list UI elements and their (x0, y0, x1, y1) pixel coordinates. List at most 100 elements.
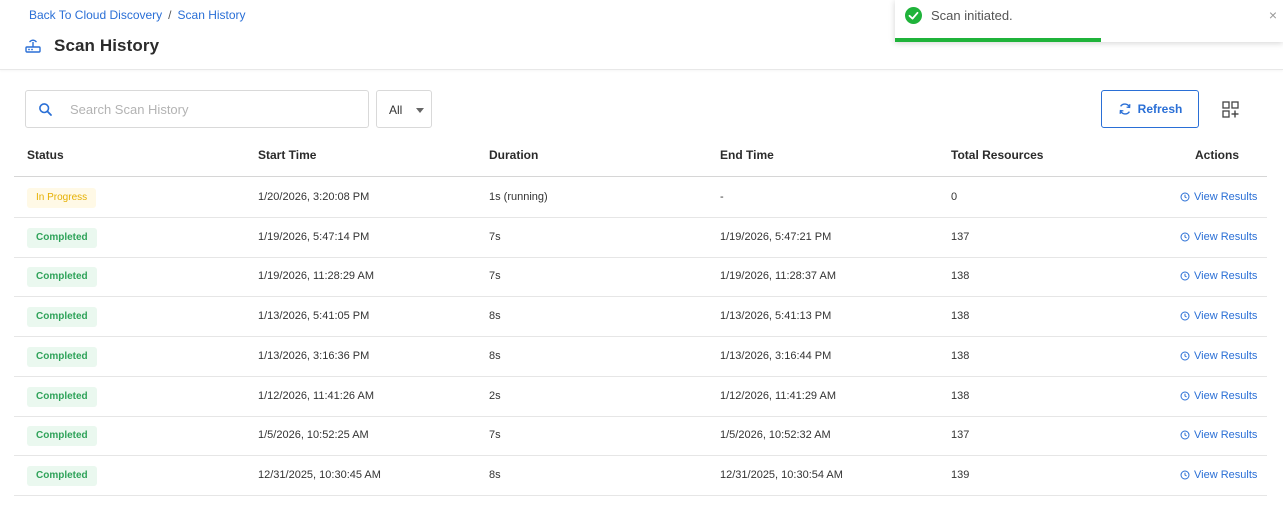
history-icon (1180, 351, 1190, 361)
history-icon (1180, 470, 1190, 480)
search-input[interactable] (68, 97, 358, 121)
status-badge: Completed (27, 228, 97, 248)
search-icon (39, 103, 52, 116)
total-resources-cell: 139 (951, 469, 970, 481)
view-results-link[interactable]: View Results (1180, 231, 1257, 243)
toast-notification: Scan initiated. × (895, 0, 1283, 42)
duration-cell: 7s (489, 429, 501, 441)
status-badge: Completed (27, 307, 97, 327)
close-icon[interactable]: × (1269, 8, 1277, 22)
chevron-down-icon (416, 108, 424, 113)
view-results-label: View Results (1194, 469, 1258, 481)
column-header-end-time[interactable]: End Time (720, 148, 774, 162)
total-resources-cell: 138 (951, 390, 970, 402)
duration-cell: 1s (running) (489, 191, 548, 203)
page-title: Scan History (54, 36, 160, 55)
filter-selected-value: All (389, 103, 403, 117)
start-time-cell: 1/12/2026, 11:41:26 AM (258, 390, 374, 402)
table-row: Completed 1/5/2026, 10:52:25 AM 7s 1/5/2026… (14, 416, 1267, 456)
status-badge: In Progress (27, 188, 97, 208)
table-row: Completed 1/19/2026, 5:47:14 PM 7s 1/19/202… (14, 218, 1267, 258)
total-resources-cell: 138 (951, 350, 970, 362)
duration-cell: 8s (489, 469, 501, 481)
column-header-start-time[interactable]: Start Time (258, 148, 316, 162)
total-resources-cell: 0 (951, 191, 958, 203)
search-box (25, 90, 369, 128)
column-header-status[interactable]: Status (27, 148, 64, 162)
view-results-link[interactable]: View Results (1180, 390, 1257, 402)
status-filter-select[interactable]: All (376, 90, 432, 128)
view-results-link[interactable]: View Results (1180, 350, 1257, 362)
table-row: Completed 1/13/2026, 5:41:05 PM 8s 1/13/202… (14, 297, 1267, 337)
duration-cell: 7s (489, 231, 501, 243)
view-results-link[interactable]: View Results (1180, 191, 1257, 203)
duration-cell: 7s (489, 270, 501, 282)
column-header-actions: Actions (1195, 148, 1240, 162)
view-results-label: View Results (1194, 429, 1258, 441)
table-row: Completed 1/13/2026, 3:16:36 PM 8s 1/13/202… (14, 337, 1267, 377)
breadcrumb: Back To Cloud Discovery / Scan History (29, 8, 246, 22)
view-results-label: View Results (1194, 191, 1258, 203)
duration-cell: 8s (489, 310, 501, 322)
start-time-cell: 1/19/2026, 11:28:29 AM (258, 270, 374, 282)
history-icon (1180, 430, 1190, 440)
start-time-cell: 1/13/2026, 5:41:05 PM (258, 310, 370, 322)
end-time-cell: 1/12/2026, 11:41:29 AM (720, 390, 836, 402)
toast-progress-bar (895, 38, 1101, 42)
status-badge: Completed (27, 426, 97, 446)
column-header-total-resources[interactable]: Total Resources (951, 148, 1043, 162)
status-badge: Completed (27, 347, 97, 367)
breadcrumb-separator: / (168, 8, 172, 22)
breadcrumb-back-link[interactable]: Back To Cloud Discovery (29, 8, 162, 22)
start-time-cell: 1/20/2026, 3:20:08 PM (258, 191, 370, 203)
check-circle-icon (905, 7, 922, 24)
status-badge: Completed (27, 267, 97, 287)
view-results-link[interactable]: View Results (1180, 270, 1257, 282)
end-time-cell: 1/19/2026, 5:47:21 PM (720, 231, 832, 243)
breadcrumb-current[interactable]: Scan History (178, 8, 246, 22)
scan-history-page: Back To Cloud Discovery / Scan History S… (0, 0, 1283, 526)
duration-cell: 8s (489, 350, 501, 362)
end-time-cell: 1/13/2026, 5:41:13 PM (720, 310, 832, 322)
refresh-label: Refresh (1137, 102, 1183, 116)
status-badge: Completed (27, 466, 97, 486)
status-badge: Completed (27, 387, 97, 407)
end-time-cell: 1/5/2026, 10:52:32 AM (720, 429, 831, 441)
view-results-label: View Results (1194, 350, 1258, 362)
start-time-cell: 1/5/2026, 10:52:25 AM (258, 429, 369, 441)
end-time-cell: 12/31/2025, 10:30:54 AM (720, 469, 843, 481)
duration-cell: 2s (489, 390, 501, 402)
end-time-cell: 1/19/2026, 11:28:37 AM (720, 270, 836, 282)
view-results-label: View Results (1194, 231, 1258, 243)
column-header-duration[interactable]: Duration (489, 148, 538, 162)
end-time-cell: 1/13/2026, 3:16:44 PM (720, 350, 832, 362)
refresh-icon (1119, 103, 1131, 115)
view-results-label: View Results (1194, 310, 1258, 322)
view-results-link[interactable]: View Results (1180, 469, 1257, 481)
view-results-link[interactable]: View Results (1180, 429, 1257, 441)
history-icon (1180, 391, 1190, 401)
history-icon (1180, 271, 1190, 281)
start-time-cell: 12/31/2025, 10:30:45 AM (258, 469, 381, 481)
title-block: Scan History (24, 36, 159, 56)
table-row: Completed 1/12/2026, 11:41:26 AM 2s 1/12/20… (14, 377, 1267, 417)
total-resources-cell: 138 (951, 310, 970, 322)
view-results-link[interactable]: View Results (1180, 310, 1257, 322)
table-row: In Progress 1/20/2026, 3:20:08 PM 1s (runn… (14, 178, 1267, 218)
total-resources-cell: 137 (951, 429, 970, 441)
history-icon (1180, 232, 1190, 242)
table-header: Status Start Time Duration End Time Tota… (14, 138, 1267, 177)
network-device-icon (25, 39, 41, 53)
start-time-cell: 1/13/2026, 3:16:36 PM (258, 350, 370, 362)
history-icon (1180, 311, 1190, 321)
view-results-label: View Results (1194, 270, 1258, 282)
toast-message: Scan initiated. (931, 8, 1013, 23)
table-row: Completed 1/19/2026, 11:28:29 AM 7s 1/19/20… (14, 257, 1267, 297)
grid-add-icon[interactable] (1222, 101, 1239, 118)
end-time-cell: - (720, 191, 724, 203)
table-row: Completed 12/31/2025, 10:30:45 AM 8s 12/31/… (14, 456, 1267, 496)
total-resources-cell: 138 (951, 270, 970, 282)
start-time-cell: 1/19/2026, 5:47:14 PM (258, 231, 370, 243)
total-resources-cell: 137 (951, 231, 970, 243)
refresh-button[interactable]: Refresh (1101, 90, 1199, 128)
